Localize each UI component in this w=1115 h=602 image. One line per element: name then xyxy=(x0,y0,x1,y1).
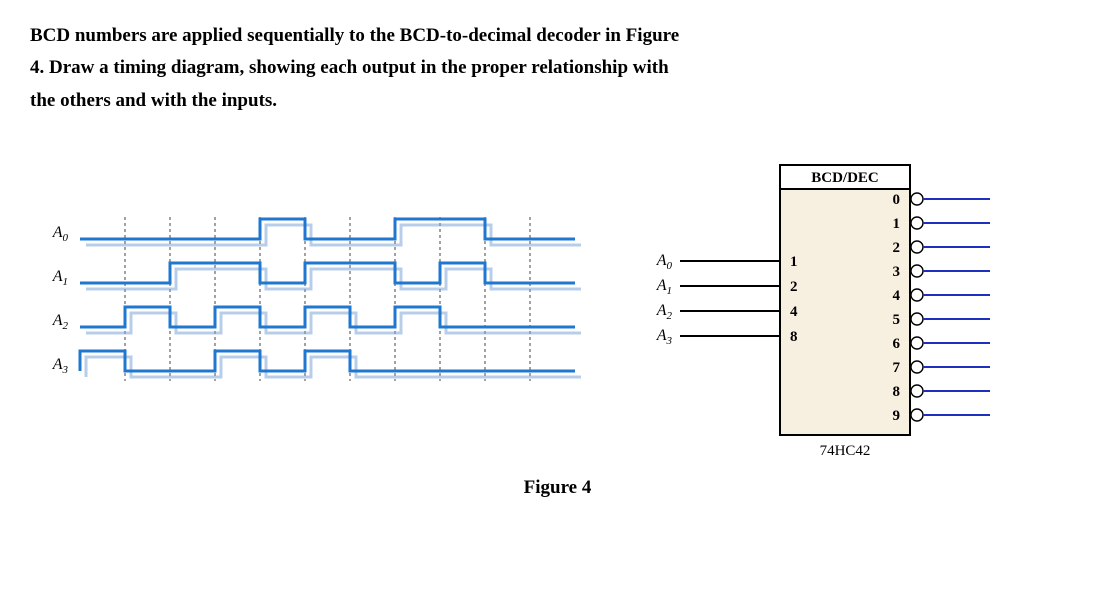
chip-title: BCD/DEC xyxy=(811,170,879,186)
svg-text:A0: A0 xyxy=(656,252,673,272)
chip-partno: 74HC42 xyxy=(820,443,871,459)
svg-text:7: 7 xyxy=(893,360,901,376)
pin-weight-2: 2 xyxy=(790,279,798,295)
question-line2: 4. Draw a timing diagram, showing each o… xyxy=(30,57,669,78)
svg-text:A2: A2 xyxy=(52,312,69,332)
svg-text:0: 0 xyxy=(893,192,901,208)
svg-text:1: 1 xyxy=(893,216,901,232)
figure-caption: Figure 4 xyxy=(30,477,1085,499)
svg-text:3: 3 xyxy=(893,264,901,280)
question-line3: the others and with the inputs. xyxy=(30,90,277,111)
question-text: BCD numbers are applied sequentially to … xyxy=(30,20,1085,117)
svg-text:5: 5 xyxy=(893,312,901,328)
chip-diagram: A0 A1 A2 A3 BCD/DEC 1 2 4 8 0 xyxy=(630,147,1050,467)
pin-weight-1: 1 xyxy=(790,254,798,270)
pin-weight-4: 4 xyxy=(790,304,798,320)
figure-row: A0 A1 A2 A3 xyxy=(30,147,1085,467)
svg-text:A1: A1 xyxy=(656,277,672,297)
svg-text:6: 6 xyxy=(893,336,901,352)
question-line1: BCD numbers are applied sequentially to … xyxy=(30,25,679,46)
svg-text:4: 4 xyxy=(893,288,901,304)
svg-text:A1: A1 xyxy=(52,268,68,288)
pin-weight-8: 8 xyxy=(790,329,798,345)
svg-text:2: 2 xyxy=(893,240,901,256)
svg-text:A3: A3 xyxy=(656,327,673,347)
svg-text:A0: A0 xyxy=(52,224,69,244)
svg-text:A3: A3 xyxy=(52,356,69,376)
timing-diagram: A0 A1 A2 A3 xyxy=(30,209,590,405)
svg-text:9: 9 xyxy=(893,408,901,424)
svg-text:8: 8 xyxy=(893,384,901,400)
svg-text:A2: A2 xyxy=(656,302,673,322)
